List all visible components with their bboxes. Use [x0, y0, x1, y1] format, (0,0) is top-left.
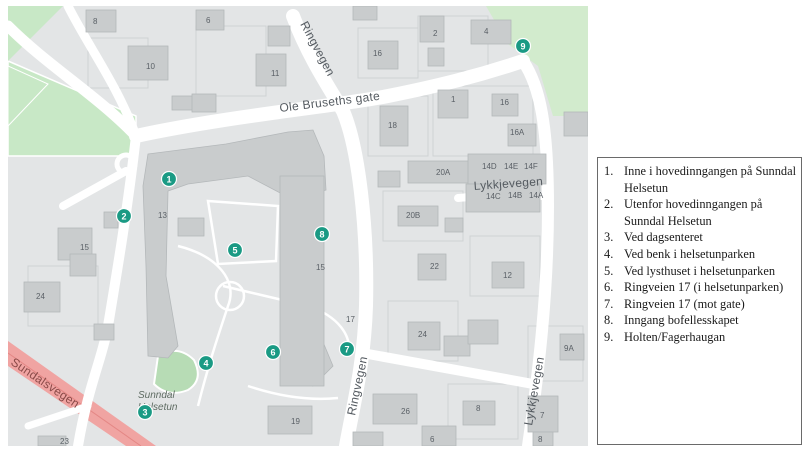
legend-item: 8. Inngang bofellesskapet — [604, 313, 739, 328]
svg-text:8: 8 — [319, 229, 324, 239]
marker-3[interactable]: 3 — [136, 403, 154, 421]
house-number: 16A — [510, 128, 525, 137]
house-number: 14B — [508, 191, 522, 200]
house-number: 22 — [430, 262, 439, 271]
svg-text:Sunndal: Sunndal — [138, 390, 175, 401]
house-number: 6 — [206, 16, 211, 25]
house-number: 26 — [401, 407, 410, 416]
house-number: 14F — [524, 162, 538, 171]
legend-item: 3. Ved dagsenteret — [604, 230, 703, 245]
house-number: 20B — [406, 211, 420, 220]
legend-item: 1. Inne i hovedinngangen på Sunndal Helse… — [604, 164, 797, 195]
house-number: 23 — [60, 437, 69, 446]
house-number: 9A — [564, 344, 574, 353]
house-number: 19 — [291, 417, 300, 426]
house-number: 15 — [316, 263, 325, 272]
legend-item: 7. Ringveien 17 (mot gate) — [604, 296, 745, 311]
house-number: 14D — [482, 162, 497, 171]
house-number: 15 — [80, 243, 89, 252]
house-number: 7 — [540, 411, 545, 420]
house-number: 24 — [418, 330, 427, 339]
house-number: 14C — [486, 192, 501, 201]
legend-box: 1. Inne i hovedinngangen på Sunndal Helse… — [597, 157, 802, 445]
house-number: 14A — [529, 191, 544, 200]
house-number: 1 — [451, 95, 456, 104]
legend-item: 6. Ringveien 17 (i helsetunparken) — [604, 280, 784, 295]
house-number: 8 — [93, 17, 98, 26]
marker-1[interactable]: 1 — [160, 170, 178, 188]
legend-item: 2. Utenfor hovedinngangen på Sunndal Hels… — [604, 197, 763, 228]
house-number: 16 — [373, 49, 382, 58]
house-number: 2 — [433, 29, 438, 38]
svg-text:9: 9 — [520, 41, 525, 51]
house-number: 16 — [500, 98, 509, 107]
marker-4[interactable]: 4 — [197, 354, 215, 372]
svg-text:6: 6 — [270, 347, 275, 357]
map[interactable]: 8 6 10 11 16 2 4 1 18 16 16A 20A 14D 14E… — [8, 6, 588, 446]
house-number: 24 — [36, 292, 45, 301]
house-number: 4 — [484, 27, 489, 36]
house-number: 6 — [430, 435, 435, 444]
house-number: 8 — [476, 404, 481, 413]
marker-9[interactable]: 9 — [514, 37, 532, 55]
house-number: 8 — [538, 435, 543, 444]
marker-6[interactable]: 6 — [264, 343, 282, 361]
svg-text:1: 1 — [166, 174, 171, 184]
legend-item: 9. Holten/Fagerhaugan — [604, 329, 726, 344]
marker-2[interactable]: 2 — [115, 207, 133, 225]
svg-text:4: 4 — [203, 358, 208, 368]
svg-text:5: 5 — [232, 245, 237, 255]
marker-7[interactable]: 7 — [338, 340, 356, 358]
svg-text:3: 3 — [142, 407, 147, 417]
house-number: 12 — [503, 271, 512, 280]
marker-8[interactable]: 8 — [313, 225, 331, 243]
svg-text:2: 2 — [121, 211, 126, 221]
marker-5[interactable]: 5 — [226, 241, 244, 259]
svg-text:7: 7 — [344, 344, 349, 354]
house-number: 10 — [146, 62, 155, 71]
house-number: 14E — [504, 162, 518, 171]
house-number: 17 — [346, 315, 355, 324]
legend-item: 4. Ved benk i helsetunparken — [604, 246, 756, 261]
house-number: 18 — [388, 121, 397, 130]
legend-item: 5. Ved lysthuset i helsetunparken — [604, 263, 776, 278]
house-number: 13 — [158, 211, 167, 220]
legend-list: 1. Inne i hovedinngangen på Sunndal Helse… — [604, 163, 797, 346]
house-number: 20A — [436, 168, 451, 177]
house-number: 11 — [271, 69, 280, 78]
